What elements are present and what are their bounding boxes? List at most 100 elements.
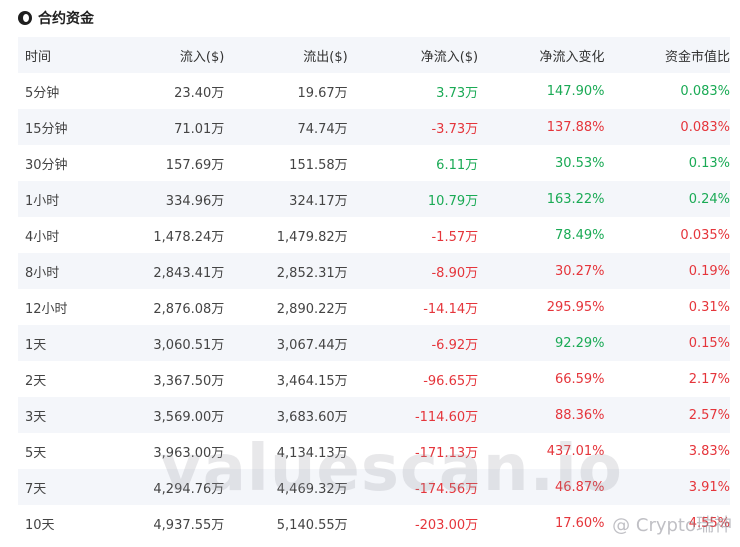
- section-title: 合约资金: [38, 11, 94, 27]
- cell-outflow: 151.58万: [289, 157, 348, 173]
- col-header-inflow[interactable]: 流入($): [119, 37, 225, 73]
- cell-outflow: 2,852.31万: [224, 253, 348, 289]
- table-row[interactable]: 12小时 2,876.08万 2,890.22万 -14.14万 295.95% 0.31…: [18, 289, 730, 325]
- cell-time: 12小时: [25, 301, 68, 317]
- cell-net-inflow: -203.00万: [414, 517, 479, 533]
- cell-inflow: 4,937.55万: [153, 517, 225, 533]
- table-row[interactable]: 10天 4,937.55万 5,140.55万 -203.00万 17.60% 4.55%: [18, 505, 730, 541]
- cell-inflow: 71.01万: [119, 109, 225, 145]
- cell-net-inflow: -1.57万: [431, 229, 479, 245]
- cell-time: 1小时: [18, 181, 120, 217]
- cell-inflow: 3,569.00万: [119, 397, 225, 433]
- cell-cap-ratio: 0.13%: [688, 155, 730, 171]
- cell-cap-ratio: 0.31%: [688, 299, 730, 315]
- table-row[interactable]: 4小时 1,478.24万 1,479.82万 -1.57万 78.49% 0.035%: [18, 217, 730, 253]
- cell-net-change: 147.90%: [546, 83, 605, 99]
- cell-cap-ratio: 0.083%: [680, 83, 730, 99]
- cell-net-inflow: 10.79万: [347, 181, 479, 217]
- cell-time: 4小时: [25, 229, 60, 245]
- cell-time: 30分钟: [25, 157, 68, 173]
- table-row[interactable]: 1小时 334.96万 324.17万 10.79万 163.22% 0.24%: [18, 181, 730, 217]
- table-row[interactable]: 2天 3,367.50万 3,464.15万 -96.65万 66.59% 2.17%: [18, 361, 730, 397]
- cell-outflow: 74.74万: [224, 109, 348, 145]
- cell-inflow: 3,963.00万: [153, 445, 225, 461]
- cell-net-change: 46.87%: [478, 469, 605, 505]
- table-row[interactable]: 3天 3,569.00万 3,683.60万 -114.60万 88.36% 2.57%: [18, 397, 730, 433]
- fund-flow-table: 时间 流入($) 流出($) 净流入($) 净流入变化 资金市值比 5分钟 23.…: [18, 37, 730, 541]
- col-header-outflow[interactable]: 流出($): [224, 37, 348, 73]
- cell-net-change: 66.59%: [554, 371, 605, 387]
- col-header-cap-ratio[interactable]: 资金市值比: [604, 37, 730, 73]
- cell-inflow: 1,478.24万: [153, 229, 225, 245]
- cell-outflow: 3,683.60万: [224, 397, 348, 433]
- cell-cap-ratio: 3.83%: [688, 443, 730, 459]
- cell-net-inflow: -14.14万: [423, 301, 479, 317]
- cell-net-change: 78.49%: [554, 227, 605, 243]
- cell-net-change: 137.88%: [478, 109, 605, 145]
- cell-net-inflow: -171.13万: [414, 445, 479, 461]
- cell-outflow: 19.67万: [297, 85, 348, 101]
- cell-net-inflow: -96.65万: [423, 373, 479, 389]
- col-header-net-change[interactable]: 净流入变化: [478, 37, 605, 73]
- cell-net-inflow: -6.92万: [347, 325, 479, 361]
- cell-inflow: 2,876.08万: [153, 301, 225, 317]
- cell-cap-ratio: 2.17%: [688, 371, 730, 387]
- cell-outflow: 3,067.44万: [224, 325, 348, 361]
- cell-time: 2天: [25, 373, 47, 389]
- cell-inflow: 23.40万: [174, 85, 225, 101]
- cell-net-change: 295.95%: [546, 299, 605, 315]
- cell-cap-ratio: 2.57%: [604, 397, 730, 433]
- cell-inflow: 334.96万: [119, 181, 225, 217]
- cell-net-change: 163.22%: [478, 181, 605, 217]
- cell-time: 8小时: [18, 253, 120, 289]
- cell-time: 7天: [18, 469, 120, 505]
- cell-net-inflow: -8.90万: [347, 253, 479, 289]
- cell-cap-ratio: 0.083%: [604, 109, 730, 145]
- cell-time: 15分钟: [18, 109, 120, 145]
- cell-cap-ratio: 3.91%: [604, 469, 730, 505]
- table-body: 5分钟 23.40万 19.67万 3.73万 147.90% 0.083% 15分钟 71.…: [18, 73, 730, 541]
- col-header-time[interactable]: 时间: [18, 37, 120, 73]
- cell-net-change: 17.60%: [554, 515, 605, 531]
- cell-outflow: 5,140.55万: [276, 517, 348, 533]
- cell-net-change: 30.53%: [554, 155, 605, 171]
- cell-time: 3天: [18, 397, 120, 433]
- cell-net-inflow: -3.73万: [347, 109, 479, 145]
- table-row[interactable]: 8小时 2,843.41万 2,852.31万 -8.90万 30.27% 0.19%: [18, 253, 730, 289]
- cell-inflow: 4,294.76万: [119, 469, 225, 505]
- cell-outflow: 2,890.22万: [276, 301, 348, 317]
- cell-time: 5分钟: [25, 85, 60, 101]
- table-row[interactable]: 1天 3,060.51万 3,067.44万 -6.92万 92.29% 0.15%: [18, 325, 730, 361]
- cell-inflow: 3,060.51万: [119, 325, 225, 361]
- cell-net-inflow: -114.60万: [347, 397, 479, 433]
- cell-cap-ratio: 0.24%: [604, 181, 730, 217]
- cell-cap-ratio: 4.55%: [688, 515, 730, 531]
- cell-net-change: 437.01%: [546, 443, 605, 459]
- cell-net-inflow: 3.73万: [436, 85, 479, 101]
- table-header-row: 时间 流入($) 流出($) 净流入($) 净流入变化 资金市值比: [18, 37, 730, 73]
- cell-time: 10天: [25, 517, 55, 533]
- cell-outflow: 1,479.82万: [276, 229, 348, 245]
- cell-inflow: 157.69万: [165, 157, 225, 173]
- col-header-net-inflow[interactable]: 净流入($): [347, 37, 479, 73]
- cell-cap-ratio: 0.19%: [604, 253, 730, 289]
- cell-net-change: 92.29%: [478, 325, 605, 361]
- cell-time: 5天: [25, 445, 47, 461]
- cell-net-change: 30.27%: [478, 253, 605, 289]
- cell-time: 1天: [18, 325, 120, 361]
- cell-net-change: 88.36%: [478, 397, 605, 433]
- table-row[interactable]: 5分钟 23.40万 19.67万 3.73万 147.90% 0.083%: [18, 73, 730, 109]
- table-row[interactable]: 5天 3,963.00万 4,134.13万 -171.13万 437.01% 3.83%: [18, 433, 730, 469]
- cell-cap-ratio: 0.035%: [680, 227, 730, 243]
- cell-net-inflow: 6.11万: [436, 157, 479, 173]
- table-row[interactable]: 7天 4,294.76万 4,469.32万 -174.56万 46.87% 3.91%: [18, 469, 730, 505]
- cell-outflow: 4,469.32万: [224, 469, 348, 505]
- table-row[interactable]: 30分钟 157.69万 151.58万 6.11万 30.53% 0.13%: [18, 145, 730, 181]
- cell-outflow: 3,464.15万: [276, 373, 348, 389]
- cell-inflow: 3,367.50万: [153, 373, 225, 389]
- cell-outflow: 4,134.13万: [276, 445, 348, 461]
- cell-inflow: 2,843.41万: [119, 253, 225, 289]
- table-row[interactable]: 15分钟 71.01万 74.74万 -3.73万 137.88% 0.083%: [18, 109, 730, 145]
- cell-cap-ratio: 0.15%: [604, 325, 730, 361]
- cell-outflow: 324.17万: [224, 181, 348, 217]
